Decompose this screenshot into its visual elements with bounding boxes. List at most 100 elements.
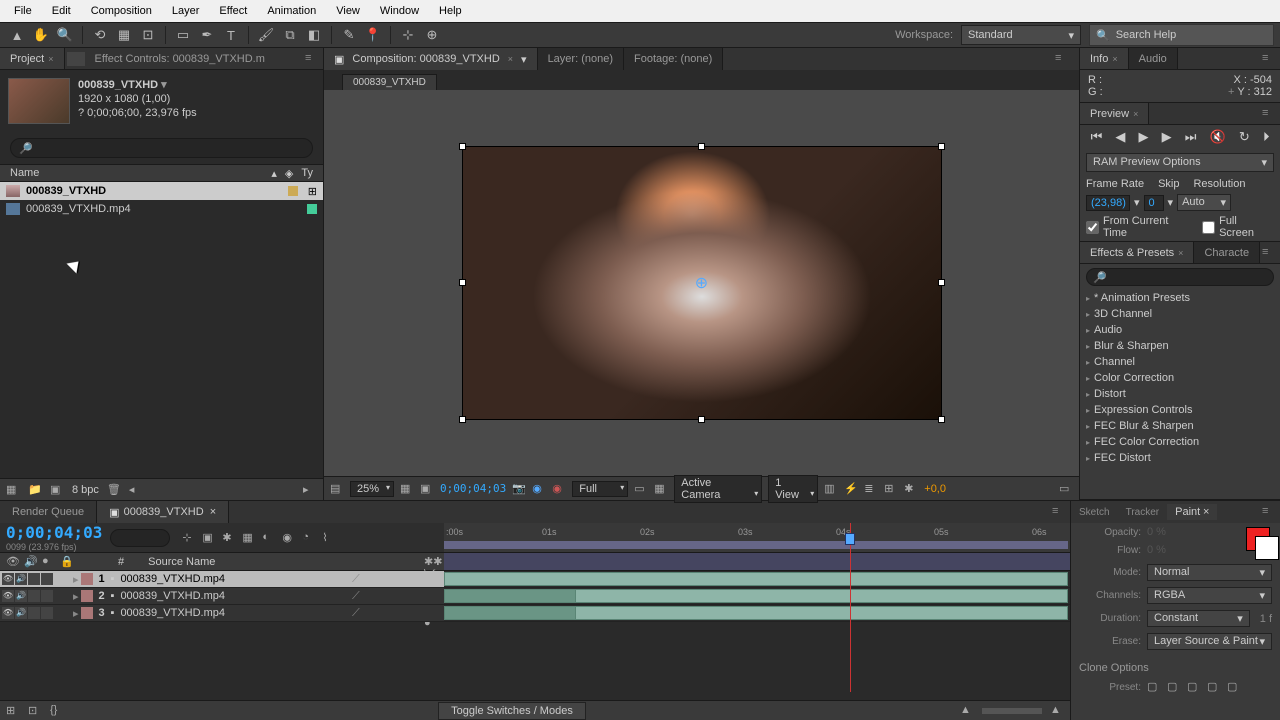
grid-icon[interactable]: ▦ — [400, 482, 414, 496]
fx-category[interactable]: * Animation Presets — [1080, 290, 1280, 306]
column-label-icon[interactable]: ◈ — [285, 167, 293, 180]
video-toggle[interactable]: 👁 — [2, 590, 14, 602]
mask-icon[interactable]: ▣ — [420, 482, 434, 496]
camera-tool-icon[interactable]: ▦ — [113, 24, 135, 46]
fx-category[interactable]: Blur & Sharpen — [1080, 338, 1280, 354]
toggle-brackets-icon[interactable]: {} — [50, 704, 64, 718]
lock-col-icon[interactable]: 🔒 — [60, 555, 74, 569]
project-item-footage[interactable]: 000839_VTXHD.mp4 — [0, 200, 323, 218]
mode-dropdown[interactable]: Normal▾ — [1147, 564, 1272, 581]
column-name[interactable]: Name — [10, 167, 39, 179]
paint-tab[interactable]: Paint × — [1167, 504, 1217, 520]
layer-color-chip[interactable] — [81, 573, 93, 585]
text-tool-icon[interactable]: T — [220, 24, 242, 46]
fx-category[interactable]: Audio — [1080, 322, 1280, 338]
comp-mini-icon[interactable] — [67, 52, 85, 66]
loop-button[interactable]: ↻ — [1239, 129, 1250, 145]
layer-tab[interactable]: Layer: (none) — [538, 48, 624, 70]
first-frame-button[interactable]: ⏮ — [1091, 129, 1103, 145]
video-toggle[interactable]: 👁 — [2, 607, 14, 619]
toggle-switches-icon[interactable]: ⊞ — [6, 704, 20, 718]
trash-icon[interactable]: 🗑 — [107, 483, 121, 497]
bit-depth[interactable]: 8 bpc — [72, 484, 99, 496]
hand-tool-icon[interactable]: ✋ — [30, 24, 52, 46]
flow-value[interactable]: 0 % — [1147, 544, 1166, 556]
menu-effect[interactable]: Effect — [209, 3, 257, 19]
channels-dropdown[interactable]: RGBA▾ — [1147, 587, 1272, 604]
audio-tab[interactable]: Audio — [1129, 48, 1178, 69]
resolution-dropdown[interactable]: Full — [572, 481, 628, 497]
preset-5-icon[interactable]: ▢ — [1227, 680, 1241, 694]
effect-controls-tab[interactable]: Effect Controls: 000839_VTXHD.m — [85, 48, 305, 69]
preset-3-icon[interactable]: ▢ — [1187, 680, 1201, 694]
skip-input[interactable]: 0 — [1144, 195, 1164, 211]
foreground-color[interactable] — [1246, 527, 1270, 551]
interpret-footage-icon[interactable]: ▦ — [6, 483, 20, 497]
reset-exposure-icon[interactable]: ✱ — [904, 482, 918, 496]
duration-dropdown[interactable]: Constant▾ — [1147, 610, 1250, 627]
zoom-tool-icon[interactable]: 🔍 — [54, 24, 76, 46]
panel-menu-icon[interactable]: ≡ — [305, 52, 319, 66]
layer-color-chip[interactable] — [81, 590, 93, 602]
sketch-tab[interactable]: Sketch — [1071, 505, 1118, 520]
fx-menu-icon[interactable]: ≡ — [1262, 246, 1276, 260]
layer-row[interactable]: 👁🔊 ▸ 3 ▪ 000839_VTXHD.mp4 ⟋ — [0, 605, 1070, 622]
flowchart-view-icon[interactable]: ⊞ — [884, 482, 898, 496]
transparency-grid-icon[interactable]: ▦ — [654, 482, 668, 496]
project-search-input[interactable]: 🔎 — [10, 138, 313, 158]
paint-menu-icon[interactable]: ≡ — [1262, 505, 1276, 519]
comp-panel-menu-icon[interactable]: ≡ — [1055, 52, 1069, 66]
pan-behind-tool-icon[interactable]: ⊡ — [137, 24, 159, 46]
view-dropdown[interactable]: 1 View — [768, 475, 818, 503]
last-frame-button[interactable]: ⏭ — [1185, 129, 1197, 145]
prev-icon[interactable]: ◂ — [129, 483, 143, 497]
fx-category[interactable]: 3D Channel — [1080, 306, 1280, 322]
preset-1-icon[interactable]: ▢ — [1147, 680, 1161, 694]
hide-shy-icon[interactable]: ✱ — [222, 531, 236, 545]
pen-tool-icon[interactable]: ✒ — [196, 24, 218, 46]
new-comp-icon[interactable]: ▣ — [50, 483, 64, 497]
menu-composition[interactable]: Composition — [81, 3, 162, 19]
zoom-slider[interactable] — [982, 708, 1042, 714]
project-tab[interactable]: Project× — [0, 48, 65, 69]
zoom-out-icon[interactable]: ▲ — [1050, 704, 1064, 718]
roi-icon[interactable]: ▭ — [634, 482, 648, 496]
flowchart-icon[interactable]: ⊞ — [308, 185, 317, 198]
menu-file[interactable]: File — [4, 3, 42, 19]
video-toggle[interactable]: 👁 — [2, 573, 14, 585]
audio-toggle[interactable]: 🔊 — [15, 590, 27, 602]
timeline-search-input[interactable] — [110, 529, 170, 547]
comp-marker-icon[interactable]: ▭ — [1059, 482, 1073, 496]
ram-preview-dropdown[interactable]: RAM Preview Options▾ — [1086, 153, 1274, 172]
axis-world-icon[interactable]: ⊕ — [421, 24, 443, 46]
fx-category[interactable]: Color Correction — [1080, 370, 1280, 386]
effects-presets-tab[interactable]: Effects & Presets× — [1080, 242, 1194, 263]
fx-category[interactable]: FEC Blur & Sharpen — [1080, 418, 1280, 434]
preview-menu-icon[interactable]: ≡ — [1262, 107, 1276, 121]
background-color[interactable] — [1255, 536, 1279, 560]
video-preview[interactable]: ⊕ — [462, 146, 942, 420]
character-tab[interactable]: Characte — [1194, 242, 1260, 263]
playhead[interactable] — [850, 523, 851, 692]
footage-tab[interactable]: Footage: (none) — [624, 48, 723, 70]
audio-col-icon[interactable]: 🔊 — [24, 555, 38, 569]
fx-category[interactable]: Channel — [1080, 354, 1280, 370]
next-frame-button[interactable]: ▶ — [1162, 129, 1172, 145]
current-time[interactable]: 0;00;04;03 — [440, 482, 506, 495]
comp-mini-flowchart-icon[interactable]: ⊹ — [182, 531, 196, 545]
timeline-timecode[interactable]: 0;00;04;03 — [6, 523, 102, 542]
color-mgmt-icon[interactable]: ◉ — [552, 482, 566, 496]
search-help-input[interactable]: 🔍Search Help — [1089, 24, 1274, 46]
preview-tab[interactable]: Preview× — [1080, 103, 1149, 124]
framerate-input[interactable]: (23,98) — [1086, 195, 1130, 211]
menu-layer[interactable]: Layer — [162, 3, 210, 19]
always-preview-icon[interactable]: ▤ — [330, 482, 344, 496]
fullscreen-checkbox[interactable] — [1202, 221, 1215, 234]
ram-preview-button[interactable]: ⏵ — [1263, 129, 1270, 145]
layer-color-chip[interactable] — [81, 607, 93, 619]
preset-2-icon[interactable]: ▢ — [1167, 680, 1181, 694]
info-menu-icon[interactable]: ≡ — [1262, 52, 1276, 66]
exposure-value[interactable]: +0,0 — [924, 483, 946, 495]
opacity-value[interactable]: 0 % — [1147, 526, 1166, 538]
toggle-switches-modes-button[interactable]: Toggle Switches / Modes — [438, 702, 586, 720]
